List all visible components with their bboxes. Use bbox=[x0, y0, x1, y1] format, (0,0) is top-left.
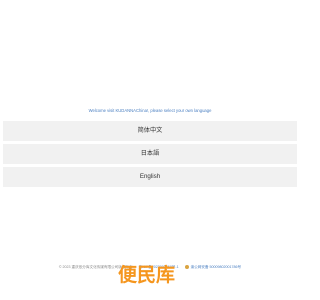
police-record-link[interactable]: 渝公网安备 50009802001786号 bbox=[191, 265, 242, 269]
page: Welcome visit KUDANNAChina!, please sele… bbox=[0, 0, 300, 300]
language-option-simplified-chinese[interactable]: 简体中文 bbox=[3, 121, 297, 141]
brand-logo: 便民库 bbox=[118, 264, 176, 286]
language-list: 简体中文 日本語 English bbox=[3, 121, 297, 190]
language-option-english[interactable]: English bbox=[3, 167, 297, 187]
welcome-message: Welcome visit KUDANNAChina!, please sele… bbox=[88, 108, 212, 113]
language-option-japanese[interactable]: 日本語 bbox=[3, 144, 297, 164]
